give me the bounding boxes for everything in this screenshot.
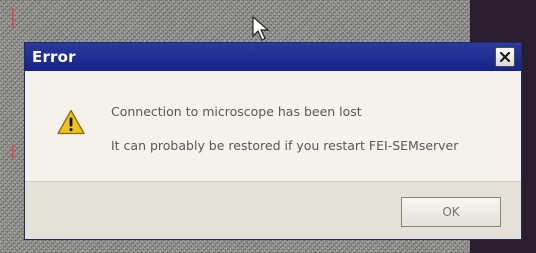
dialog-body: Connection to microscope has been lost I… [25,71,521,181]
screen-marker [12,145,14,159]
ok-button[interactable]: OK [401,197,501,227]
error-message: Connection to microscope has been lost [111,104,362,119]
close-icon [500,52,510,62]
error-dialog: Error Connection to microscope has been … [24,42,522,240]
dialog-title-bar[interactable]: Error [25,43,521,71]
dialog-title: Error [32,48,76,66]
mouse-cursor-icon [252,16,270,41]
screen-marker [12,8,14,28]
error-hint: It can probably be restored if you resta… [111,138,459,153]
dialog-button-strip: OK [25,181,521,239]
close-button[interactable] [495,47,515,67]
warning-triangle-icon [57,109,85,135]
